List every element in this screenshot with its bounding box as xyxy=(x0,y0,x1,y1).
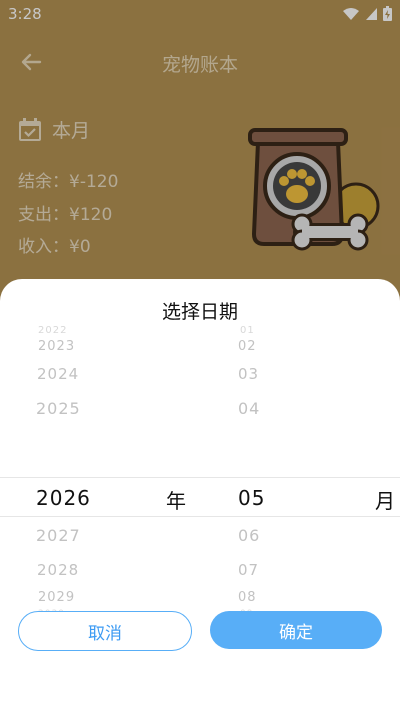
year-option[interactable]: 2026 xyxy=(36,478,81,497)
year-option[interactable]: 2025 xyxy=(36,399,81,418)
year-option[interactable]: 2027 xyxy=(36,526,81,545)
app-screen: 3:28 宠物账本 本月 结余：¥-120 支出：¥120 收入：¥0 选择日期… xyxy=(0,0,400,711)
date-picker-sheet: 选择日期 2022 2023 2024 2025 2026 年 05 月 202… xyxy=(0,279,400,711)
month-option[interactable]: 05 xyxy=(238,478,260,497)
month-option[interactable]: 06 xyxy=(238,526,260,545)
year-option[interactable]: 2028 xyxy=(37,561,79,579)
month-option[interactable]: 08 xyxy=(238,590,257,605)
month-option[interactable]: 07 xyxy=(238,561,259,579)
date-picker-title: 选择日期 xyxy=(161,301,238,323)
confirm-button[interactable]: 确定 xyxy=(210,611,382,649)
cancel-button[interactable]: 取消 xyxy=(18,611,192,651)
month-option[interactable]: 03 xyxy=(238,365,259,383)
year-option[interactable]: 2023 xyxy=(38,339,75,354)
year-unit-label: 年 xyxy=(166,489,187,513)
month-unit-label: 月 xyxy=(375,489,396,513)
year-option[interactable]: 2029 xyxy=(38,590,75,605)
month-option[interactable]: 01 xyxy=(240,325,255,336)
month-option[interactable]: 02 xyxy=(238,339,257,354)
month-option[interactable]: 04 xyxy=(238,399,260,418)
year-option[interactable]: 2022 xyxy=(38,325,67,336)
year-option[interactable]: 2024 xyxy=(37,365,79,383)
date-wheel-picker[interactable]: 2022 2023 2024 2025 2026 年 05 月 2026 202… xyxy=(0,325,400,619)
